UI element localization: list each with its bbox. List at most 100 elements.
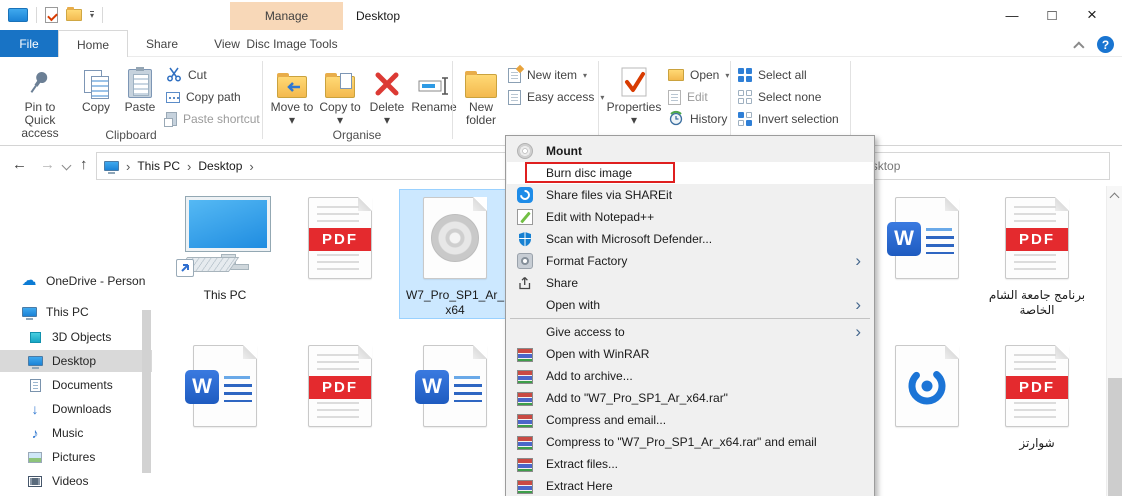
file-pdf-schwartz[interactable]: PDF شوارتز <box>982 338 1092 451</box>
copy-button[interactable]: Copy <box>76 62 116 114</box>
file-pdf[interactable]: PDF <box>285 338 395 434</box>
file-word-doc[interactable]: W <box>872 190 982 286</box>
sidebar-item-documents[interactable]: Documents <box>0 374 152 396</box>
menu-item-extract-files[interactable]: Extract files... <box>507 453 873 475</box>
file-label: شوارتز <box>982 436 1092 451</box>
sidebar-item-pictures[interactable]: Pictures <box>0 446 152 468</box>
collapse-ribbon-icon[interactable] <box>1073 41 1084 52</box>
copy-to-button[interactable]: Copy to ▾ <box>318 62 362 127</box>
sidebar-item-onedrive[interactable]: ☁ OneDrive - Person <box>0 270 152 292</box>
select-all-button[interactable]: Select all <box>738 65 807 85</box>
menu-item-format-factory[interactable]: Format Factory › <box>507 250 873 272</box>
tab-disc-image-tools[interactable]: Disc Image Tools <box>240 30 344 57</box>
sidebar-item-desktop[interactable]: Desktop <box>0 350 152 372</box>
file-pdf[interactable]: PDF <box>285 190 395 286</box>
scroll-up-icon[interactable] <box>1110 193 1120 203</box>
file-word-doc[interactable]: W <box>170 338 280 434</box>
customize-toolbar-caret-icon[interactable]: ▾ <box>90 11 94 19</box>
tab-file[interactable]: File <box>0 30 58 57</box>
minimize-button[interactable]: — <box>992 4 1032 26</box>
menu-item-open-with[interactable]: Open with › <box>507 294 873 316</box>
sidebar-item-label: Downloads <box>52 402 111 416</box>
easy-access-button[interactable]: Easy access ▾ <box>508 87 604 107</box>
picture-icon <box>26 452 44 463</box>
sidebar-item-this-pc[interactable]: This PC <box>0 301 152 323</box>
sidebar-item-3d-objects[interactable]: 3D Objects <box>0 326 152 348</box>
paste-shortcut-button[interactable]: Paste shortcut <box>166 109 260 129</box>
file-word-doc[interactable]: W <box>400 338 510 434</box>
tab-share[interactable]: Share <box>128 30 196 57</box>
cut-button[interactable]: Cut <box>166 65 207 85</box>
menu-item-notepadpp[interactable]: Edit with Notepad++ <box>507 206 873 228</box>
scrollbar-thumb[interactable] <box>1108 378 1122 496</box>
file-disc-image-selected[interactable]: W7_Pro_SP1_Ar_x64 <box>400 190 510 318</box>
history-button[interactable]: History <box>668 109 727 129</box>
invert-selection-icon <box>738 112 752 126</box>
menu-item-shareit[interactable]: Share files via SHAREit <box>507 184 873 206</box>
copy-path-button[interactable]: Copy path <box>166 87 241 107</box>
move-to-label: Move to ▾ <box>270 101 314 127</box>
sidebar-item-downloads[interactable]: ↓ Downloads <box>0 398 152 420</box>
open-label: Open <box>690 68 719 82</box>
menu-item-extract-here[interactable]: Extract Here <box>507 475 873 496</box>
properties-button[interactable]: Properties ▾ <box>604 62 664 127</box>
delete-button[interactable]: Delete ▾ <box>366 62 408 127</box>
this-pc-mini-icon <box>104 161 119 171</box>
properties-qat-icon[interactable] <box>45 7 58 23</box>
menu-item-give-access-to[interactable]: Give access to › <box>507 321 873 343</box>
menu-item-add-to-rar[interactable]: Add to "W7_Pro_SP1_Ar_x64.rar" <box>507 387 873 409</box>
breadcrumb-chevron[interactable]: › <box>249 159 253 174</box>
recent-locations-chevron-icon[interactable] <box>62 161 72 171</box>
select-none-button[interactable]: Select none <box>738 87 821 107</box>
ribbon: Pin to Quick access Copy Paste Cut Copy … <box>0 57 1122 146</box>
menu-item-add-to-archive[interactable]: Add to archive... <box>507 365 873 387</box>
help-icon[interactable]: ? <box>1097 36 1114 53</box>
explorer-icon <box>8 8 28 22</box>
new-folder-qat-icon[interactable] <box>66 9 82 21</box>
edit-icon <box>668 90 681 105</box>
menu-item-defender-scan[interactable]: Scan with Microsoft Defender... <box>507 228 873 250</box>
paste-button[interactable]: Paste <box>120 62 160 114</box>
invert-selection-label: Invert selection <box>758 112 839 126</box>
breadcrumb-desktop[interactable]: Desktop <box>198 159 242 173</box>
move-to-button[interactable]: Move to ▾ <box>270 62 314 127</box>
sidebar-scrollbar-thumb[interactable] <box>142 310 151 473</box>
new-item-button[interactable]: New item ▾ <box>508 65 587 85</box>
file-pdf-sham[interactable]: PDF برنامج جامعة الشام الخاصة <box>982 190 1092 318</box>
pdf-badge: PDF <box>309 376 371 399</box>
new-folder-button[interactable]: New folder <box>458 62 504 127</box>
group-separator <box>452 61 453 139</box>
sidebar-item-music[interactable]: ♪ Music <box>0 422 152 444</box>
menu-item-burn-disc-image[interactable]: Burn disc image <box>507 162 873 184</box>
caret-icon: ▾ <box>725 71 729 80</box>
file-disc-burner-doc[interactable] <box>872 338 982 434</box>
invert-selection-button[interactable]: Invert selection <box>738 109 839 129</box>
up-button[interactable]: ↑ <box>80 156 88 173</box>
close-button[interactable]: × <box>1072 4 1112 26</box>
pdf-icon: PDF <box>982 190 1092 286</box>
menu-item-compress-and-email[interactable]: Compress and email... <box>507 409 873 431</box>
back-button[interactable]: ← <box>12 156 27 173</box>
select-none-label: Select none <box>758 90 821 104</box>
tab-home[interactable]: Home <box>58 30 128 58</box>
vertical-scrollbar[interactable] <box>1106 186 1122 496</box>
menu-item-share[interactable]: Share <box>507 272 873 294</box>
open-button[interactable]: Open ▾ <box>668 65 729 85</box>
maximize-button[interactable]: □ <box>1032 4 1072 26</box>
edit-button[interactable]: Edit <box>668 87 708 107</box>
menu-item-open-with-winrar[interactable]: Open with WinRAR <box>507 343 873 365</box>
breadcrumb-chevron[interactable]: › <box>187 159 191 174</box>
sidebar-item-label: Music <box>52 426 83 440</box>
menu-item-mount[interactable]: Mount <box>507 140 873 162</box>
menu-item-compress-to-rar-and-email[interactable]: Compress to "W7_Pro_SP1_Ar_x64.rar" and … <box>507 431 873 453</box>
copy-path-label: Copy path <box>186 90 241 104</box>
breadcrumb-chevron[interactable]: › <box>126 159 130 174</box>
winrar-icon <box>517 458 533 472</box>
forward-button[interactable]: → <box>40 156 55 173</box>
format-factory-icon <box>517 253 533 269</box>
file-this-pc-shortcut[interactable]: This PC <box>170 190 280 303</box>
sidebar-item-videos[interactable]: Videos <box>0 470 152 492</box>
copy-label: Copy <box>82 101 110 114</box>
breadcrumb-this-pc[interactable]: This PC <box>137 159 180 173</box>
defender-shield-icon <box>517 231 533 247</box>
